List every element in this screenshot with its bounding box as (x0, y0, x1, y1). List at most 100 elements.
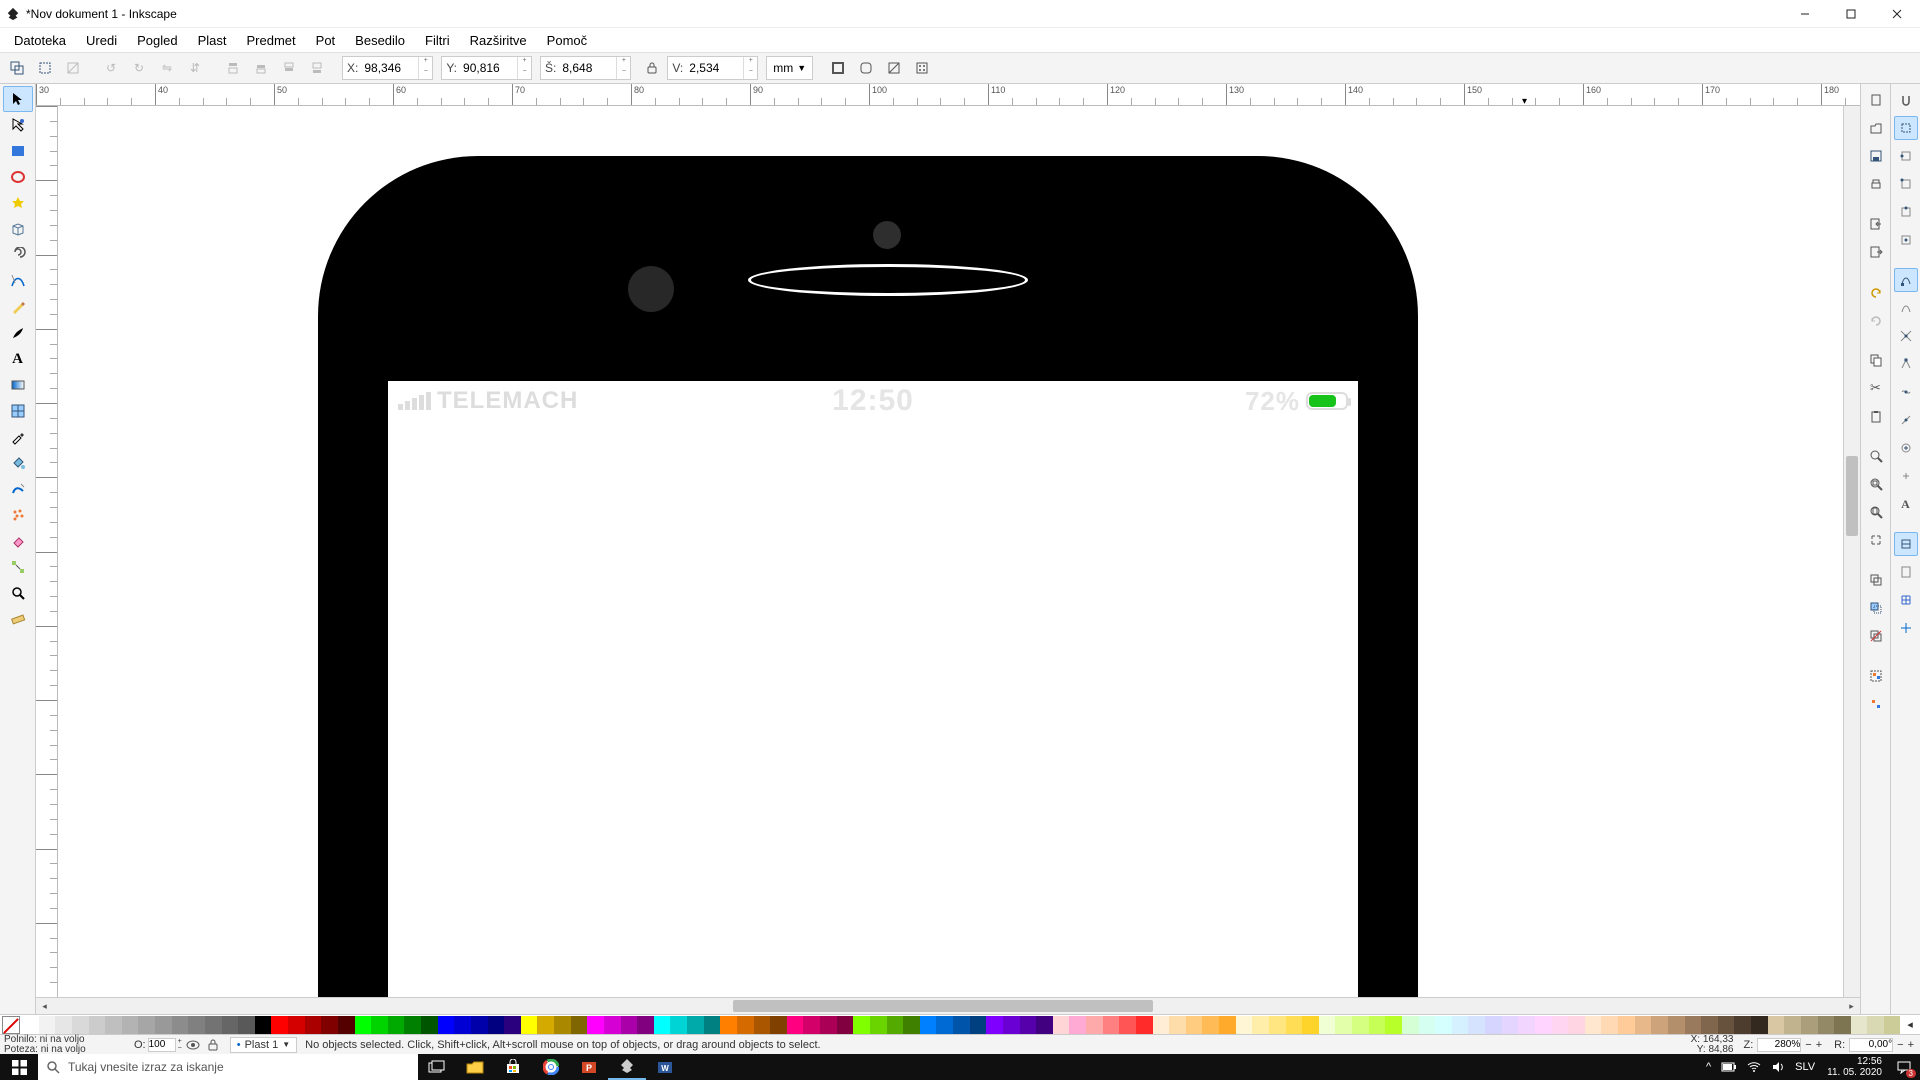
swatch[interactable] (1651, 1016, 1668, 1034)
swatch[interactable] (870, 1016, 887, 1034)
zoom-selection-button[interactable] (1864, 444, 1888, 468)
selector-tool[interactable] (3, 86, 33, 112)
swatch[interactable] (1818, 1016, 1835, 1034)
swatch[interactable] (488, 1016, 505, 1034)
taskbar-explorer[interactable] (456, 1054, 494, 1080)
scroll-right-button[interactable]: ▸ (1843, 998, 1860, 1015)
swatch[interactable] (853, 1016, 870, 1034)
y-position-field[interactable]: Y: +− (441, 56, 532, 80)
snap-others-button[interactable] (1894, 532, 1918, 556)
snap-rotation-center-button[interactable] (1894, 464, 1918, 488)
x-input[interactable] (362, 57, 418, 79)
language-indicator[interactable]: SLV (1795, 1061, 1815, 1073)
raise-top-button[interactable] (220, 55, 246, 81)
menu-razširitve[interactable]: Razširitve (460, 31, 537, 50)
swatch[interactable] (1751, 1016, 1768, 1034)
snap-line-midpoint-button[interactable] (1894, 408, 1918, 432)
swatch[interactable] (621, 1016, 638, 1034)
undo-button[interactable] (1864, 280, 1888, 304)
swatch[interactable] (454, 1016, 471, 1034)
stroke-indicator[interactable]: Poteza: ni na voljo (4, 1045, 130, 1055)
swatch[interactable] (521, 1016, 538, 1034)
x-position-field[interactable]: X: +− (342, 56, 433, 80)
connector-tool[interactable] (3, 554, 33, 580)
menu-pogled[interactable]: Pogled (127, 31, 187, 50)
snap-cusp-button[interactable] (1894, 352, 1918, 376)
swatch[interactable] (404, 1016, 421, 1034)
swatch[interactable] (22, 1016, 39, 1034)
duplicate-button[interactable] (1864, 568, 1888, 592)
swatch[interactable] (1834, 1016, 1851, 1034)
swatch[interactable] (737, 1016, 754, 1034)
taskbar-search[interactable]: Tukaj vnesite izraz za iskanje (38, 1054, 418, 1080)
spray-tool[interactable] (3, 502, 33, 528)
swatch[interactable] (1302, 1016, 1319, 1034)
swatch[interactable] (388, 1016, 405, 1034)
taskbar-word[interactable]: W (646, 1054, 684, 1080)
zoom-field[interactable] (1757, 1038, 1801, 1052)
move-patterns-button[interactable] (909, 55, 935, 81)
taskbar-clock[interactable]: 12:56 11. 05. 2020 (1821, 1056, 1888, 1078)
h-down[interactable]: − (743, 68, 757, 79)
menu-besedilo[interactable]: Besedilo (345, 31, 415, 50)
save-button[interactable] (1864, 144, 1888, 168)
wifi-icon[interactable] (1747, 1061, 1761, 1073)
swatch[interactable] (188, 1016, 205, 1034)
snap-bbox-corner-button[interactable] (1894, 172, 1918, 196)
swatch[interactable] (820, 1016, 837, 1034)
palette-menu-button[interactable]: ◂ (1900, 1018, 1920, 1031)
swatch[interactable] (1053, 1016, 1070, 1034)
snap-intersection-button[interactable] (1894, 324, 1918, 348)
snap-enable-button[interactable] (1894, 88, 1918, 112)
swatch[interactable] (1319, 1016, 1336, 1034)
tweak-tool[interactable] (3, 476, 33, 502)
snap-guide-button[interactable] (1894, 616, 1918, 640)
action-center-button[interactable]: 3 (1888, 1054, 1920, 1080)
opacity-down[interactable]: − (178, 1045, 182, 1052)
x-down[interactable]: − (418, 68, 432, 79)
flip-v-button[interactable]: ⇵ (182, 55, 208, 81)
rotate-ccw-button[interactable]: ↺ (98, 55, 124, 81)
swatch[interactable] (471, 1016, 488, 1034)
swatch[interactable] (105, 1016, 122, 1034)
window-maximize-button[interactable] (1828, 0, 1874, 28)
zoom-page-button[interactable] (1864, 500, 1888, 524)
swatch[interactable] (1734, 1016, 1751, 1034)
swatch[interactable] (953, 1016, 970, 1034)
zoom-tool[interactable] (3, 580, 33, 606)
swatch[interactable] (1369, 1016, 1386, 1034)
y-input[interactable] (461, 57, 517, 79)
swatch[interactable] (903, 1016, 920, 1034)
swatch[interactable] (754, 1016, 771, 1034)
swatch[interactable] (1153, 1016, 1170, 1034)
swatch[interactable] (1352, 1016, 1369, 1034)
menu-filtri[interactable]: Filtri (415, 31, 460, 50)
swatch[interactable] (1402, 1016, 1419, 1034)
y-up[interactable]: + (517, 57, 531, 68)
lock-aspect-button[interactable] (639, 55, 665, 81)
star-tool[interactable] (3, 190, 33, 216)
zoom-out-button[interactable]: − (1805, 1039, 1811, 1051)
snap-nodes-button[interactable] (1894, 268, 1918, 292)
measure-tool[interactable] (3, 606, 33, 632)
canvas[interactable]: TELEMACH 12:50 72% (58, 106, 1843, 997)
swatch[interactable] (1020, 1016, 1037, 1034)
snap-object-center-button[interactable] (1894, 436, 1918, 460)
swatch[interactable] (72, 1016, 89, 1034)
unlink-clone-button[interactable] (1864, 624, 1888, 648)
ruler-vertical[interactable] (36, 106, 58, 997)
swatch[interactable] (554, 1016, 571, 1034)
zoom-fit-button[interactable] (1864, 528, 1888, 552)
zoom-drawing-button[interactable] (1864, 472, 1888, 496)
dropper-tool[interactable] (3, 424, 33, 450)
w-input[interactable] (560, 57, 616, 79)
menu-predmet[interactable]: Predmet (237, 31, 306, 50)
swatch[interactable] (1103, 1016, 1120, 1034)
swatch[interactable] (1086, 1016, 1103, 1034)
lower-button[interactable] (276, 55, 302, 81)
layer-lock-toggle[interactable] (208, 1039, 230, 1051)
start-button[interactable] (0, 1054, 38, 1080)
swatch[interactable] (1385, 1016, 1402, 1034)
eraser-tool[interactable] (3, 528, 33, 554)
opacity-up[interactable]: + (178, 1038, 182, 1045)
